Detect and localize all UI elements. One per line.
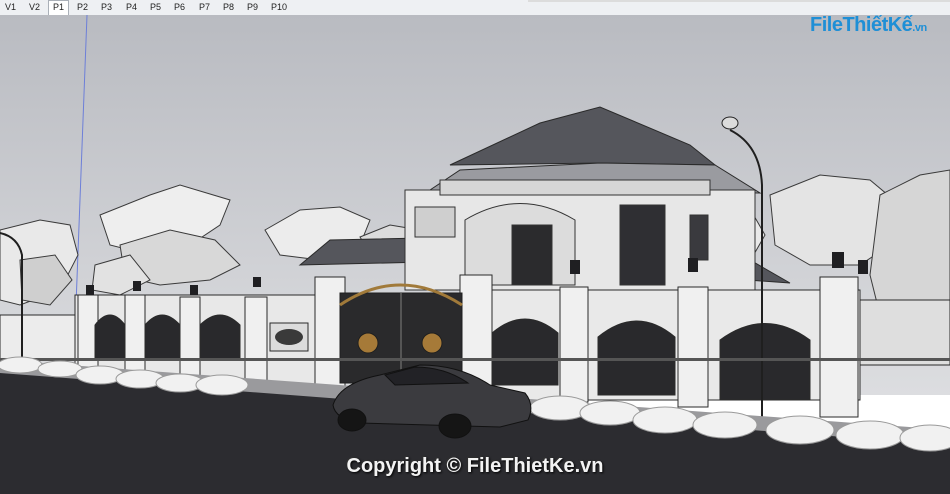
scene-tab-p1[interactable]: P1: [48, 0, 70, 15]
model-viewport[interactable]: [0, 15, 950, 494]
copyright-watermark: Copyright © FileThietKe.vn: [346, 455, 604, 477]
scene-tab-p2[interactable]: P2: [73, 1, 92, 14]
logo-suffix: .vn: [912, 22, 927, 34]
logo-text: FileThiếtKế: [810, 14, 913, 36]
scene-tab-p9[interactable]: P9: [243, 1, 262, 14]
villa-3d-scene: [0, 15, 950, 494]
scene-tab-p3[interactable]: P3: [97, 1, 116, 14]
scene-tab-v1[interactable]: V1: [1, 1, 20, 14]
sidewalk-curb: [0, 358, 950, 361]
scene-tab-p5[interactable]: P5: [146, 1, 165, 14]
scene-tab-p8[interactable]: P8: [219, 1, 238, 14]
scene-tab-p7[interactable]: P7: [195, 1, 214, 14]
scene-tab-p10[interactable]: P10: [267, 1, 291, 14]
toolbar-edge: [528, 0, 950, 2]
scene-tab-bar: V1 V2 P1 P2 P3 P4 P5 P6 P7 P8 P9 P10: [0, 0, 950, 16]
ornament-medallion: [275, 329, 303, 345]
scene-tab-p6[interactable]: P6: [170, 1, 189, 14]
street-lamp-head: [721, 116, 739, 130]
scene-tab-p4[interactable]: P4: [122, 1, 141, 14]
scene-tab-v2[interactable]: V2: [25, 1, 44, 14]
filethietke-logo: FileThiếtKế.vn: [810, 14, 927, 42]
